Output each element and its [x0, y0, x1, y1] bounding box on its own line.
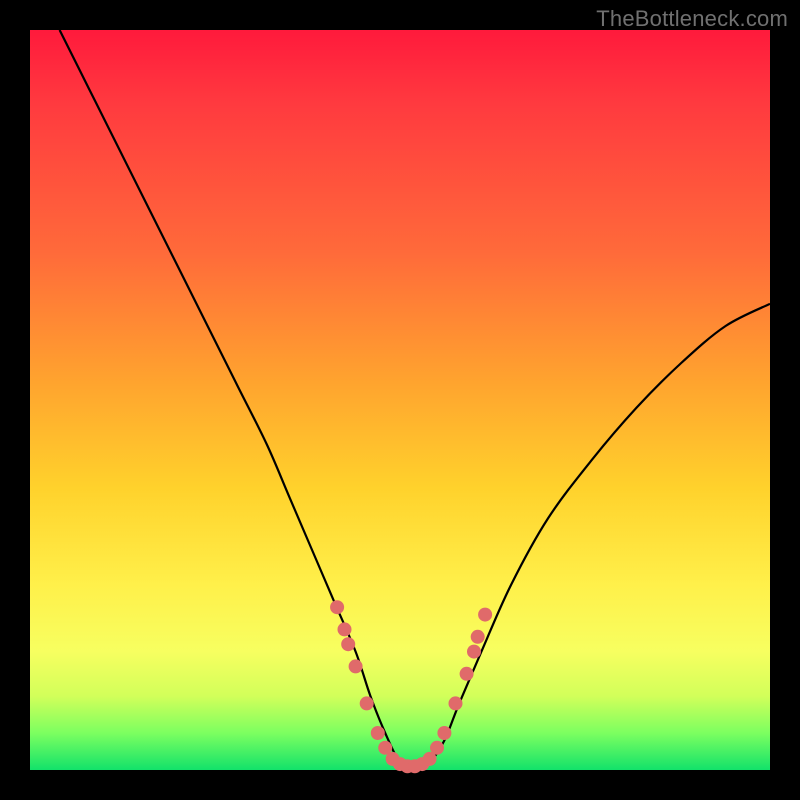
- highlight-dot: [467, 645, 481, 659]
- curve-svg: [30, 30, 770, 770]
- highlight-dot: [449, 696, 463, 710]
- highlight-dot: [437, 726, 451, 740]
- highlight-dot: [471, 630, 485, 644]
- highlight-dot: [460, 667, 474, 681]
- highlight-dot: [341, 637, 355, 651]
- highlight-dot: [338, 622, 352, 636]
- watermark-label: TheBottleneck.com: [596, 6, 788, 32]
- highlight-dots: [330, 600, 492, 773]
- highlight-dot: [360, 696, 374, 710]
- plot-area: [30, 30, 770, 770]
- bottleneck-curve: [60, 30, 770, 770]
- highlight-dot: [330, 600, 344, 614]
- highlight-dot: [430, 741, 444, 755]
- chart-frame: TheBottleneck.com: [0, 0, 800, 800]
- highlight-dot: [349, 659, 363, 673]
- highlight-dot: [478, 608, 492, 622]
- highlight-dot: [371, 726, 385, 740]
